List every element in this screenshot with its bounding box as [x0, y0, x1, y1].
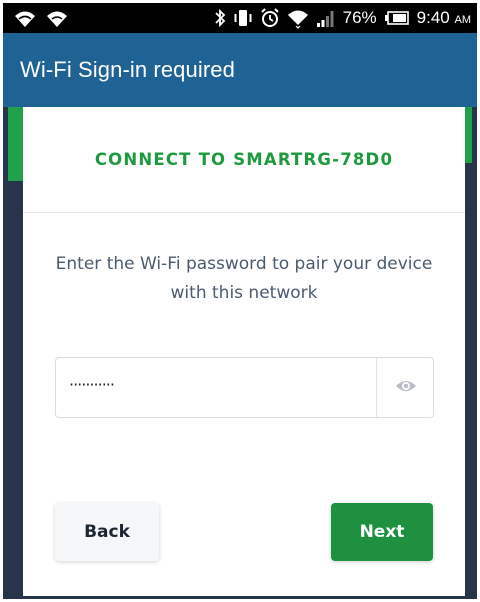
next-button[interactable]: Next — [331, 503, 433, 561]
card-header: CONNECT TO SMARTRG-78D0 — [23, 107, 465, 213]
back-button[interactable]: Back — [55, 503, 159, 561]
battery-icon — [384, 11, 409, 25]
alarm-icon — [260, 8, 279, 27]
eye-icon[interactable] — [395, 378, 417, 394]
password-field[interactable]: ··········· — [55, 357, 434, 418]
password-divider — [376, 358, 377, 417]
battery-percent: 76% — [342, 8, 377, 27]
password-input-value[interactable]: ··········· — [69, 375, 115, 394]
signal-icon — [316, 11, 334, 27]
phone-screen: 76% 9:40 AM Wi-Fi Sign-in required CONNE… — [3, 3, 477, 599]
clock-ampm: AM — [454, 14, 472, 26]
wifi-call-icon — [15, 11, 35, 27]
accent-strip-left — [8, 107, 23, 181]
wifi-icon — [47, 11, 67, 27]
app-bar: Wi-Fi Sign-in required — [3, 33, 477, 107]
status-bar: 76% 9:40 AM — [3, 3, 477, 33]
bluetooth-icon — [215, 8, 225, 28]
instruction-text: Enter the Wi-Fi password to pair your de… — [55, 254, 433, 303]
connect-card: CONNECT TO SMARTRG-78D0 Enter the Wi-Fi … — [23, 107, 465, 596]
vibrate-icon — [234, 10, 252, 26]
clock-time: 9:40 — [416, 8, 450, 27]
app-bar-title: Wi-Fi Sign-in required — [20, 57, 235, 82]
clock: 9:40 AM — [417, 8, 471, 28]
card-title: CONNECT TO SMARTRG-78D0 — [94, 150, 394, 169]
wifi-icon — [287, 10, 308, 29]
